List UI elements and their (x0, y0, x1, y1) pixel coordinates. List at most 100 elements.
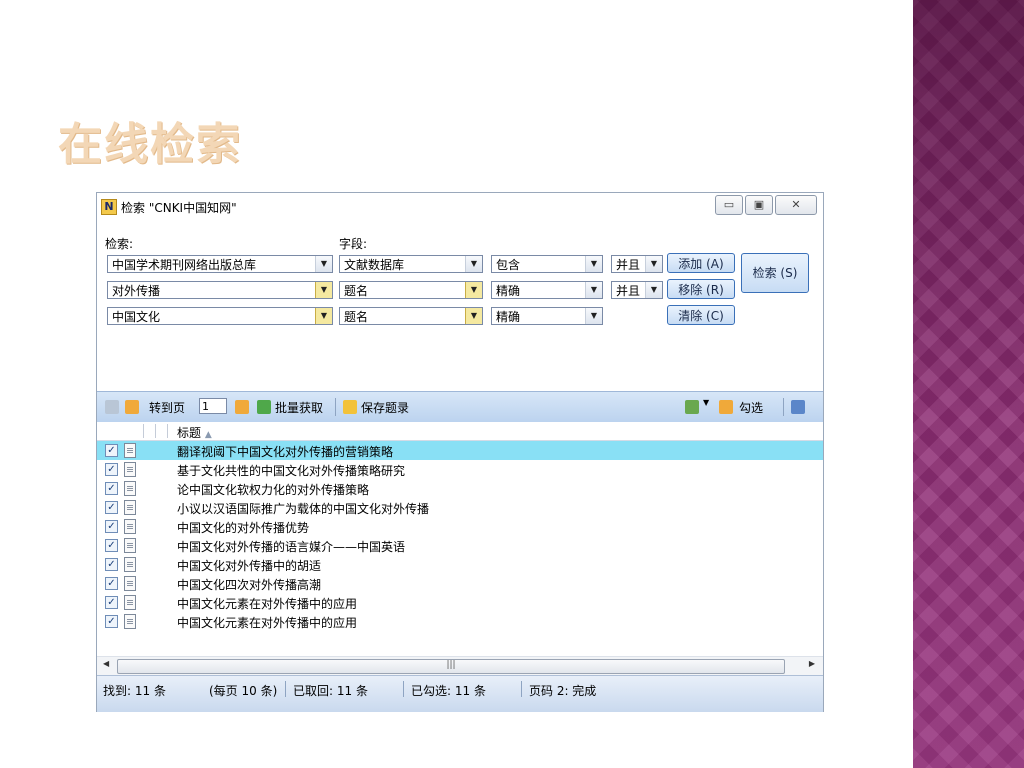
goto-page-icon[interactable] (125, 400, 139, 414)
row-title[interactable]: 小议以汉语国际推广为载体的中国文化对外传播 (177, 500, 429, 517)
chevron-down-icon: ▼ (645, 256, 662, 272)
add-button[interactable]: 添加 (A) (667, 253, 735, 273)
document-icon (124, 614, 136, 629)
dialog-title: 检索 "CNKI中国知网" (121, 201, 237, 215)
row-title[interactable]: 中国文化对外传播的语言媒介——中国英语 (177, 538, 405, 555)
document-icon (124, 500, 136, 515)
row-title[interactable]: 基于文化共性的中国文化对外传播策略研究 (177, 462, 405, 479)
logic-select-2[interactable]: 并且 ▼ (611, 281, 663, 299)
slide-title: 在线检索 (58, 119, 242, 170)
horizontal-scrollbar[interactable]: ◀ ||| ▶ (97, 656, 823, 675)
row-title[interactable]: 中国文化对外传播中的胡适 (177, 557, 321, 574)
goto-page-label[interactable]: 转到页 (149, 399, 185, 416)
row-title[interactable]: 中国文化元素在对外传播中的应用 (177, 614, 357, 631)
row-title[interactable]: 翻译视阈下中国文化对外传播的营销策略 (177, 443, 393, 460)
page-number-input[interactable]: 1 (199, 398, 227, 414)
chevron-down-icon: ▼ (645, 282, 662, 298)
remove-button[interactable]: 移除 (R) (667, 279, 735, 299)
options-icon[interactable] (685, 400, 699, 414)
clear-checks-icon[interactable] (791, 400, 805, 414)
chevron-down-icon: ▼ (465, 256, 482, 272)
maximize-button[interactable]: ▣ (745, 195, 773, 215)
match-select-1[interactable]: 包含 ▼ (491, 255, 603, 273)
table-row[interactable]: ✓ 小议以汉语国际推广为载体的中国文化对外传播 (97, 498, 823, 517)
scrollbar-thumb[interactable]: ||| (117, 659, 785, 674)
document-icon (124, 576, 136, 591)
batch-fetch-button[interactable]: 批量获取 (275, 399, 323, 416)
title-column-header[interactable]: 标题 ▲ (177, 424, 212, 441)
status-per-page: (每页 10 条) (209, 684, 278, 698)
status-checked: 已勾选: 11 条 (411, 684, 486, 698)
row-title[interactable]: 中国文化元素在对外传播中的应用 (177, 595, 357, 612)
check-all-icon[interactable] (719, 400, 733, 414)
logic-select-1[interactable]: 并且 ▼ (611, 255, 663, 273)
status-found: 找到: 11 条 (103, 684, 166, 698)
document-icon (124, 481, 136, 496)
save-records-button[interactable]: 保存题录 (361, 399, 409, 416)
batch-download-icon[interactable] (257, 400, 271, 414)
row-checkbox[interactable]: ✓ (105, 615, 118, 628)
status-bar: 找到: 11 条 (每页 10 条) 已取回: 11 条 已勾选: 11 条 页… (97, 675, 823, 712)
minimize-button[interactable]: ▭ (715, 195, 743, 215)
toolbar-divider (335, 398, 336, 416)
results-list: 标题 ▲ ✓ 翻译视阈下中国文化对外传播的营销策略 ✓ 基于文化共性的中国文化对外传播… (97, 422, 823, 652)
list-header: 标题 ▲ (97, 422, 823, 441)
toolbar-divider (783, 398, 784, 416)
table-row[interactable]: ✓ 中国文化四次对外传播高潮 (97, 574, 823, 593)
row-checkbox[interactable]: ✓ (105, 596, 118, 609)
table-row[interactable]: ✓ 中国文化对外传播的语言媒介——中国英语 (97, 536, 823, 555)
back-icon[interactable] (105, 400, 119, 414)
check-button[interactable]: 勾选 (739, 399, 763, 416)
table-row[interactable]: ✓ 中国文化的对外传播优势 (97, 517, 823, 536)
row-checkbox[interactable]: ✓ (105, 501, 118, 514)
chevron-down-icon: ▼ (465, 308, 482, 324)
match-select-3[interactable]: 精确 ▼ (491, 307, 603, 325)
table-row[interactable]: ✓ 论中国文化软权力化的对外传播策略 (97, 479, 823, 498)
chevron-down-icon: ▼ (315, 256, 332, 272)
clear-button[interactable]: 清除 (C) (667, 305, 735, 325)
search-dialog: N 检索 "CNKI中国知网" ▭ ▣ ✕ 检索: 字段: 中国学术期刊网络出版… (96, 192, 824, 712)
source-select-1[interactable]: 中国学术期刊网络出版总库 ▼ (107, 255, 333, 273)
source-select-3[interactable]: 中国文化 ▼ (107, 307, 333, 325)
table-row[interactable]: ✓ 中国文化元素在对外传播中的应用 (97, 593, 823, 612)
close-button[interactable]: ✕ (775, 195, 817, 215)
field-select-2[interactable]: 题名 ▼ (339, 281, 483, 299)
search-form: 检索: 字段: 中国学术期刊网络出版总库 ▼ 文献数据库 ▼ 包含 ▼ 并且 ▼ 对外传… (97, 221, 823, 391)
row-checkbox[interactable]: ✓ (105, 577, 118, 590)
scroll-left-icon[interactable]: ◀ (103, 659, 109, 668)
search-button[interactable]: 检索 (S) (741, 253, 809, 293)
save-icon[interactable] (343, 400, 357, 414)
table-row[interactable]: ✓ 中国文化元素在对外传播中的应用 (97, 612, 823, 631)
chevron-down-icon[interactable]: ▼ (703, 398, 709, 407)
field-select-1[interactable]: 文献数据库 ▼ (339, 255, 483, 273)
chevron-down-icon: ▼ (585, 282, 602, 298)
document-icon (124, 462, 136, 477)
search-label: 检索: (105, 237, 134, 251)
document-icon (124, 557, 136, 572)
row-checkbox[interactable]: ✓ (105, 520, 118, 533)
table-row[interactable]: ✓ 中国文化对外传播中的胡适 (97, 555, 823, 574)
chevron-down-icon: ▼ (585, 256, 602, 272)
page-forward-icon[interactable] (235, 400, 249, 414)
row-checkbox[interactable]: ✓ (105, 482, 118, 495)
row-checkbox[interactable]: ✓ (105, 539, 118, 552)
source-select-2[interactable]: 对外传播 ▼ (107, 281, 333, 299)
row-checkbox[interactable]: ✓ (105, 558, 118, 571)
table-row[interactable]: ✓ 翻译视阈下中国文化对外传播的营销策略 (97, 441, 823, 460)
row-title[interactable]: 论中国文化软权力化的对外传播策略 (177, 481, 369, 498)
row-title[interactable]: 中国文化四次对外传播高潮 (177, 576, 321, 593)
dialog-titlebar: N 检索 "CNKI中国知网" ▭ ▣ ✕ (97, 193, 823, 221)
field-select-3[interactable]: 题名 ▼ (339, 307, 483, 325)
status-page: 页码 2: 完成 (529, 684, 597, 698)
row-checkbox[interactable]: ✓ (105, 463, 118, 476)
row-title[interactable]: 中国文化的对外传播优势 (177, 519, 309, 536)
row-checkbox[interactable]: ✓ (105, 444, 118, 457)
document-icon (124, 595, 136, 610)
match-select-2[interactable]: 精确 ▼ (491, 281, 603, 299)
scroll-right-icon[interactable]: ▶ (809, 659, 815, 668)
app-icon: N (101, 199, 117, 215)
table-row[interactable]: ✓ 基于文化共性的中国文化对外传播策略研究 (97, 460, 823, 479)
status-retrieved: 已取回: 11 条 (293, 684, 368, 698)
chevron-down-icon: ▼ (585, 308, 602, 324)
chevron-down-icon: ▼ (465, 282, 482, 298)
